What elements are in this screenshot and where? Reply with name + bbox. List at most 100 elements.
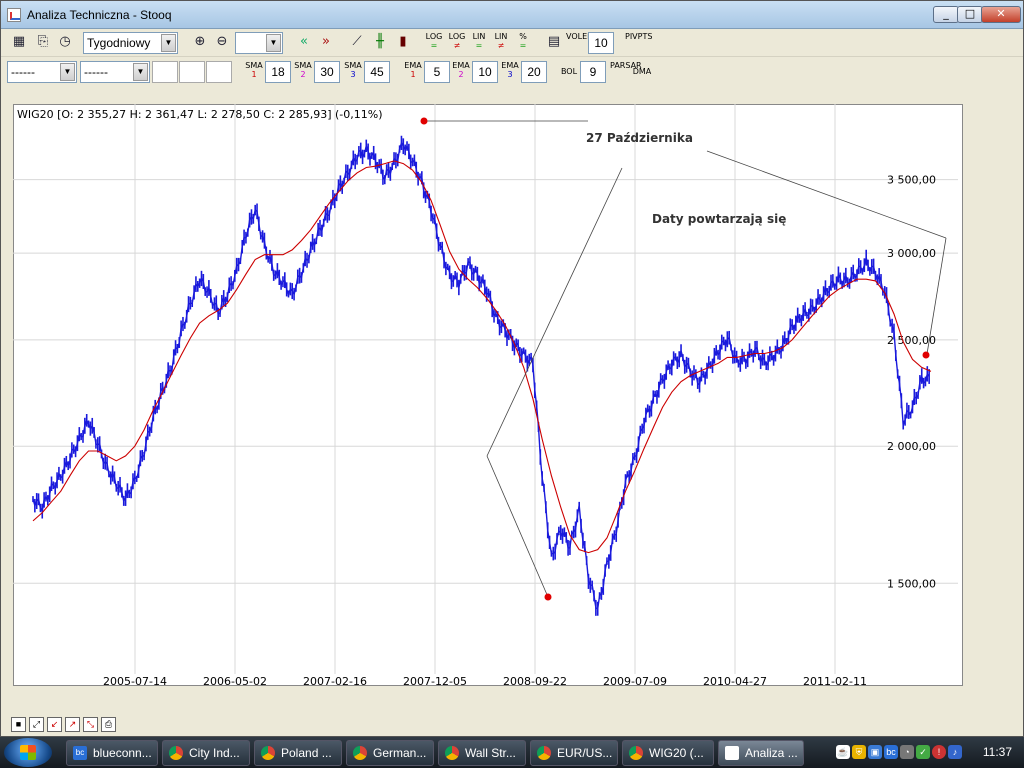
vol-ema-input[interactable]: 10 [588, 32, 614, 54]
vol-ema-label: VOLEMA [566, 32, 600, 54]
java-app-icon [7, 8, 21, 22]
annotation-note: Daty powtarzają się [652, 212, 787, 226]
lin-equal-label: LIN [472, 32, 486, 41]
alert-icon[interactable]: ! [932, 745, 946, 759]
fullscreen-icon[interactable]: ⤡ [83, 717, 98, 732]
indicator-1-value: ------ [11, 65, 35, 79]
start-button[interactable] [4, 738, 52, 767]
task-poland[interactable]: Poland ... [254, 740, 342, 766]
bc-tray-icon[interactable]: bc [884, 745, 898, 759]
param-input-2[interactable] [179, 61, 205, 83]
task-eur-usd[interactable]: EUR/US... [530, 740, 618, 766]
log-notequal-toggle[interactable]: LOG ≠ [446, 32, 468, 54]
java-tray-icon[interactable]: ☕ [836, 745, 850, 759]
ema-1-index: 1 [410, 70, 416, 79]
sma-line [32, 160, 932, 554]
close-button[interactable]: ✕ [981, 6, 1021, 23]
chrome-icon [445, 746, 459, 760]
bol-input[interactable]: 9 [580, 61, 606, 83]
update-icon[interactable]: ✓ [916, 745, 930, 759]
lin-equal-sign: = [475, 41, 483, 50]
x-tick-label: 2010-04-27 [703, 675, 767, 686]
bc-icon: bc [73, 746, 87, 760]
zoom-out-icon[interactable]: ⊖ [212, 32, 232, 52]
x-tick-label: 2007-12-05 [403, 675, 467, 686]
bottom-toolbar: ■ ⤢ ↙ ↗ ⤡ ⎙ [1, 714, 1023, 736]
scroll-right-icon[interactable]: » [316, 32, 336, 52]
clock-icon[interactable]: ◷ [55, 32, 75, 52]
sma-2-toggle[interactable]: SMA 2 [293, 61, 313, 83]
app-window: Analiza Techniczna - Stooq _ □ ✕ ▦ ⎘ ◷ T… [0, 0, 1024, 737]
ema-1-input[interactable]: 5 [424, 61, 450, 83]
pts-label: PTS [637, 32, 653, 41]
marker-dot [544, 593, 552, 601]
lin-notequal-toggle[interactable]: LIN ≠ [490, 32, 512, 54]
minimize-button[interactable]: _ [933, 6, 959, 23]
ohlc-chart-icon[interactable]: ╫ [370, 32, 390, 52]
zoom-in-icon[interactable]: ⊕ [190, 32, 210, 52]
sma-1-input[interactable]: 18 [265, 61, 291, 83]
ema-3-index: 3 [507, 70, 513, 79]
fit-icon[interactable]: ⤢ [29, 717, 44, 732]
sma-2-input[interactable]: 30 [314, 61, 340, 83]
interval-select[interactable]: Tygodniowy ▼ [83, 32, 178, 54]
wireless-icon[interactable]: ◔ [900, 745, 914, 759]
ema-2-toggle[interactable]: EMA 2 [451, 61, 471, 83]
y-tick-label: 3 000,00 [887, 247, 936, 260]
lin-equal-toggle[interactable]: LIN = [468, 32, 490, 54]
data-table-icon[interactable]: ▦ [9, 32, 29, 52]
ema-3-toggle[interactable]: EMA 3 [500, 61, 520, 83]
param-input-3[interactable] [206, 61, 232, 83]
chrome-icon [629, 746, 643, 760]
pivot-points-toggle[interactable]: PIVPTS [625, 32, 652, 54]
task-wall-street[interactable]: Wall Str... [438, 740, 526, 766]
task-analiza[interactable]: Analiza ... [718, 740, 804, 766]
save-icon[interactable]: ■ [11, 717, 26, 732]
marker-dot [420, 117, 428, 125]
indicator-select-2[interactable]: ------ ▼ [80, 61, 150, 83]
print-icon[interactable]: ⎙ [101, 717, 116, 732]
sma-3-toggle[interactable]: SMA 3 [343, 61, 363, 83]
main-toolbar: ▦ ⎘ ◷ Tygodniowy ▼ ⊕ ⊖ ▼ « » ⟋ ╫ ▮ LOG = … [1, 29, 1023, 57]
ema-3-input[interactable]: 20 [521, 61, 547, 83]
sma-3-input[interactable]: 45 [364, 61, 390, 83]
param-input-1[interactable] [152, 61, 178, 83]
bol-toggle[interactable]: BOL [559, 61, 579, 83]
ema-2-index: 2 [458, 70, 464, 79]
shield-icon[interactable]: ⛨ [852, 745, 866, 759]
chart-header: WIG20 [O: 2 355,27 H: 2 361,47 L: 2 278,… [17, 108, 383, 121]
log-equal-toggle[interactable]: LOG = [423, 32, 445, 54]
annotation-line [486, 455, 549, 598]
export-icon[interactable]: ⎘ [33, 32, 53, 52]
ema-2-input[interactable]: 10 [472, 61, 498, 83]
price-chart[interactable]: 1 500,002 000,002 500,003 000,003 500,00… [13, 104, 963, 686]
percent-toggle[interactable]: % = [513, 32, 533, 54]
zoom-select[interactable]: ▼ [235, 32, 283, 54]
volume-icon[interactable]: ♪ [948, 745, 962, 759]
sma-1-toggle[interactable]: SMA 1 [244, 61, 264, 83]
ema-1-toggle[interactable]: EMA 1 [403, 61, 423, 83]
chrome-icon [537, 746, 551, 760]
volume-chart-icon[interactable]: ▤ [544, 32, 564, 52]
task-city-index[interactable]: City Ind... [162, 740, 250, 766]
maximize-button[interactable]: □ [957, 6, 983, 23]
task-bluecon[interactable]: bc blueconn... [66, 740, 158, 766]
task-germany[interactable]: German... [346, 740, 434, 766]
expand-left-icon[interactable]: ↙ [47, 717, 62, 732]
chevron-down-icon: ▼ [161, 34, 176, 52]
y-tick-label: 1 500,00 [887, 577, 936, 590]
dma-toggle[interactable]: DMA [631, 61, 653, 83]
candle-chart-icon[interactable]: ▮ [393, 32, 413, 52]
x-tick-label: 2006-05-02 [203, 675, 267, 686]
title-bar[interactable]: Analiza Techniczna - Stooq _ □ ✕ [1, 1, 1023, 29]
taskbar: bc blueconn... City Ind... Poland ... Ger… [0, 737, 1024, 768]
network-icon[interactable]: ▣ [868, 745, 882, 759]
line-chart-icon[interactable]: ⟋ [347, 32, 367, 52]
indicator-select-1[interactable]: ------ ▼ [7, 61, 77, 83]
piv-label: PIV [625, 32, 638, 41]
scroll-left-icon[interactable]: « [294, 32, 314, 52]
indicator-2-value: ------ [84, 65, 108, 79]
task-wig20[interactable]: WIG20 (... [622, 740, 714, 766]
expand-right-icon[interactable]: ↗ [65, 717, 80, 732]
par-sar-toggle[interactable]: PARSAR [610, 61, 642, 83]
